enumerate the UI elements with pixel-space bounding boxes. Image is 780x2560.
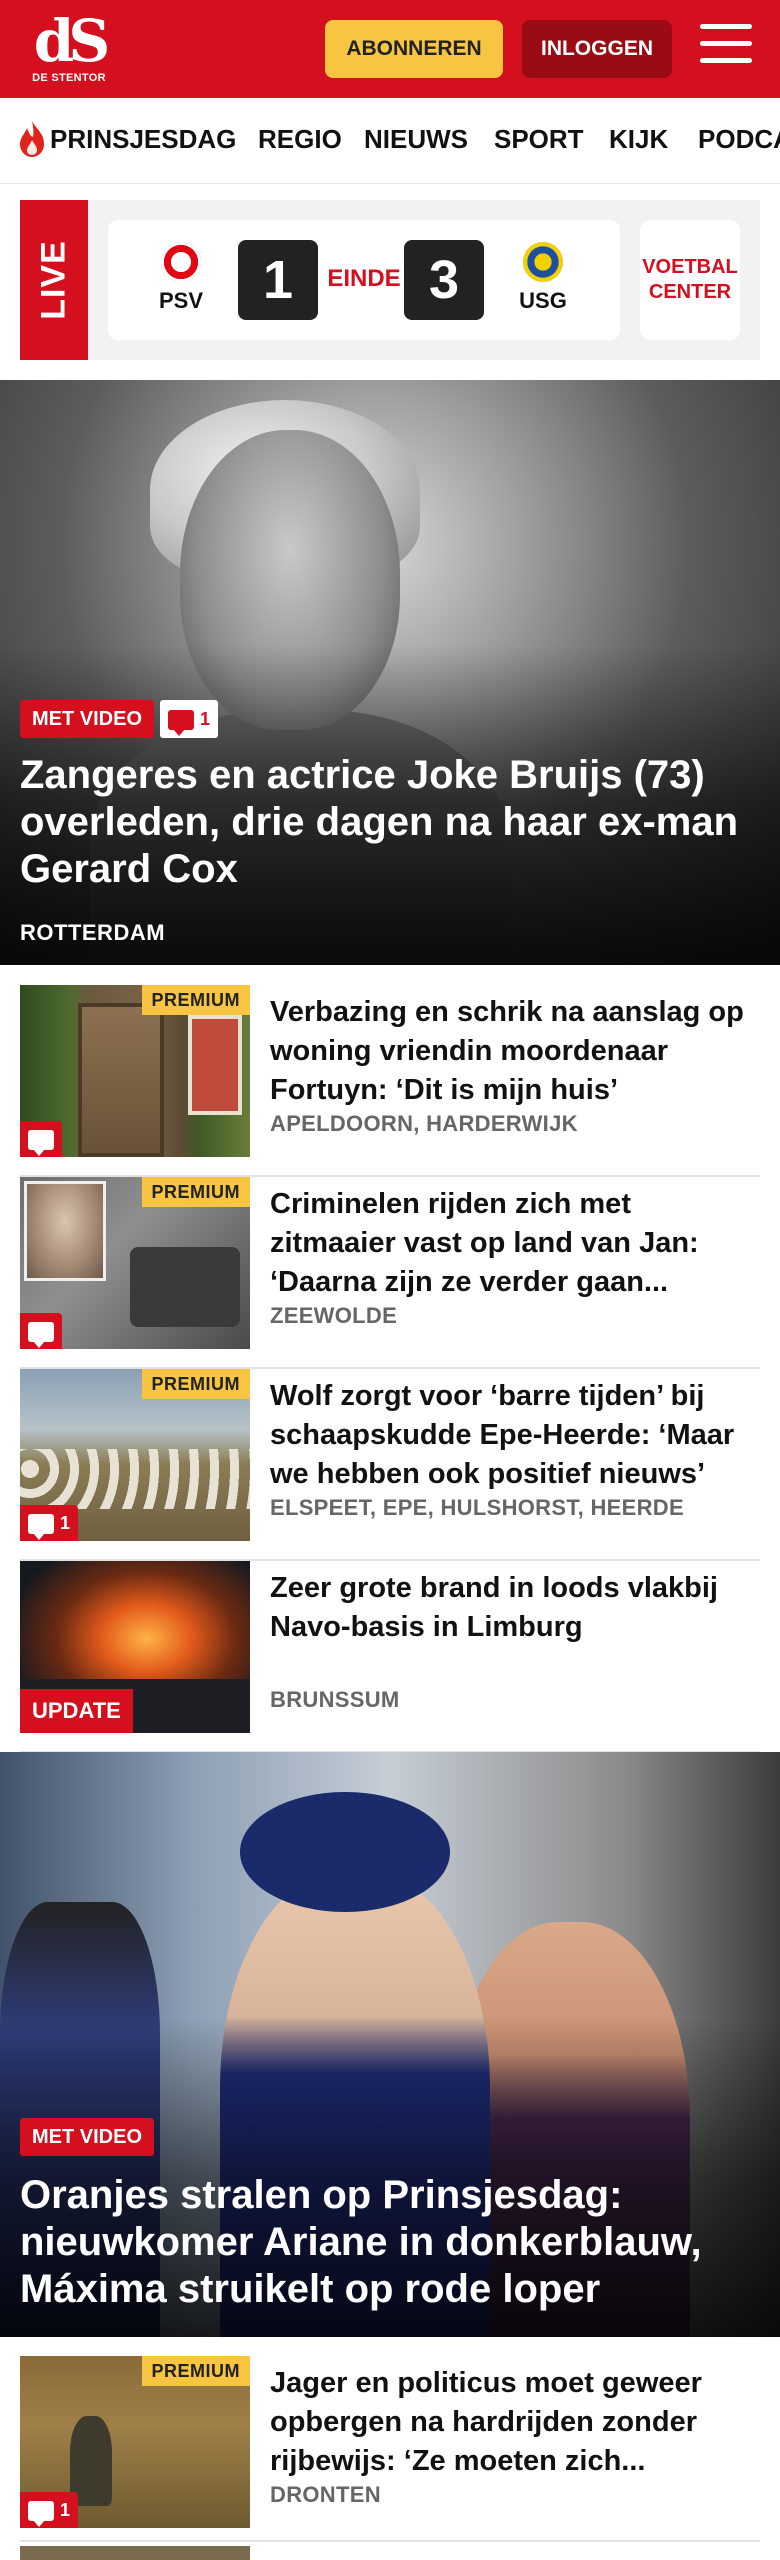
hero-location: ROTTERDAM: [20, 920, 166, 945]
usg-crest-icon: [523, 242, 563, 282]
video-badge: MET VIDEO: [20, 700, 155, 738]
premium-badge: PREMIUM: [141, 1177, 250, 1207]
home-team: PSV: [146, 242, 216, 314]
update-badge: UPDATE: [20, 1689, 133, 1733]
list-item[interactable]: PREMIUM 1 Wolf zorgt voor ‘barre tijden’…: [20, 1369, 760, 1561]
premium-badge: PREMIUM: [141, 1369, 250, 1399]
comment-icon: [28, 1322, 54, 1349]
site-header: dS DE STENTOR ABONNEREN INLOGGEN: [0, 0, 780, 98]
list-item[interactable]: PREMIUM Verbazing en schrik na aanslag o…: [20, 985, 760, 1177]
comment-count-badge: 1: [160, 700, 219, 738]
comment-icon: [28, 1130, 54, 1157]
article-location: DRONTEN: [270, 2482, 381, 2507]
article-location: ZEEWOLDE: [270, 1303, 398, 1328]
hero-article[interactable]: MET VIDEO 1 Zangeres en actrice Joke Bru…: [0, 380, 780, 965]
nav-item-kijk[interactable]: KIJK: [609, 124, 668, 155]
article-title[interactable]: Verbazing en schrik na aanslag op woning…: [270, 993, 750, 1110]
voetbal-center-button[interactable]: VOETBAL CENTER: [640, 220, 740, 340]
flame-icon: [20, 121, 44, 157]
match-score-card[interactable]: PSV 1 EINDE 3 USG: [108, 220, 620, 340]
comment-icon: [28, 1514, 54, 1541]
home-team-name: PSV: [158, 288, 204, 313]
list-item[interactable]: UPDATE Zeer grote brand in loods vlakbij…: [20, 1561, 760, 1753]
article-title[interactable]: Jager en politicus moet geweer opbergen …: [270, 2364, 750, 2481]
comment-count: 1: [60, 2500, 71, 2520]
logo-subtitle: DE STENTOR: [32, 72, 106, 84]
away-score: 3: [404, 240, 484, 320]
article-location: APELDOORN, HARDERWIJK: [270, 1111, 578, 1136]
hamburger-menu-icon[interactable]: [700, 24, 752, 72]
login-button[interactable]: INLOGGEN: [522, 20, 672, 78]
premium-badge: PREMIUM: [141, 985, 250, 1015]
nav-item-regio[interactable]: REGIO: [258, 124, 342, 155]
video-badge: MET VIDEO: [20, 2118, 155, 2156]
article-thumbnail: PREMIUM 1: [20, 1369, 250, 1541]
comment-count: 1: [60, 1513, 71, 1533]
comment-chip: [20, 1121, 62, 1157]
home-score: 1: [238, 240, 318, 320]
nav-item-nieuws[interactable]: NIEUWS: [364, 124, 468, 155]
comment-icon: [168, 710, 194, 737]
away-team-name: USG: [519, 288, 567, 313]
article-title[interactable]: Zeer grote brand in loods vlakbij Navo-b…: [270, 1569, 750, 1647]
list-item[interactable]: PREMIUM Criminelen rijden zich met zitma…: [20, 1177, 760, 1369]
psv-crest-icon: [161, 242, 201, 282]
hero-article-prinsjesdag[interactable]: MET VIDEO Oranjes stralen op Prinsjesdag…: [0, 1752, 780, 2337]
subscribe-button[interactable]: ABONNEREN: [325, 20, 503, 78]
article-thumbnail: PREMIUM: [20, 1177, 250, 1349]
away-team: USG: [508, 242, 578, 314]
article-title[interactable]: Wolf zorgt voor ‘barre tijden’ bij schaa…: [270, 1377, 750, 1494]
article-thumbnail: PREMIUM 1: [20, 2356, 250, 2528]
nav-item-podcast[interactable]: PODCA: [698, 124, 780, 155]
list-item[interactable]: PREMIUM 1 Jager en politicus moet geweer…: [20, 2356, 760, 2542]
article-thumbnail: UPDATE: [20, 1561, 250, 1733]
comment-icon: [28, 2501, 54, 2528]
live-score-panel: LIVE PSV 1 EINDE 3 USG VOETBAL CENTER: [20, 200, 760, 360]
match-status: EINDE: [327, 265, 401, 292]
section-nav: PRINSJESDAG REGIO NIEUWS SPORT KIJK PODC…: [0, 98, 780, 184]
site-logo[interactable]: dS DE STENTOR: [28, 12, 110, 88]
logo-mark: dS: [33, 7, 110, 75]
article-location: BRUNSSUM: [270, 1687, 400, 1712]
nav-item-sport[interactable]: SPORT: [494, 124, 584, 155]
next-article-thumbnail: [20, 2546, 250, 2560]
live-tag: LIVE: [20, 200, 88, 360]
nav-item-prinsjesdag[interactable]: PRINSJESDAG: [50, 124, 236, 155]
article-title[interactable]: Criminelen rijden zich met zitmaaier vas…: [270, 1185, 750, 1302]
hero-title[interactable]: Zangeres en actrice Joke Bruijs (73) ove…: [20, 752, 750, 893]
comment-count: 1: [200, 709, 211, 729]
article-location: ELSPEET, EPE, HULSHORST, HEERDE: [270, 1495, 684, 1520]
premium-badge: PREMIUM: [141, 2356, 250, 2386]
comment-chip: 1: [20, 1505, 79, 1541]
hero-title[interactable]: Oranjes stralen op Prinsjesdag: nieuwkom…: [20, 2172, 750, 2313]
comment-chip: 1: [20, 2492, 79, 2528]
article-thumbnail: PREMIUM: [20, 985, 250, 1157]
comment-chip: [20, 1313, 62, 1349]
live-label: LIVE: [34, 240, 73, 320]
